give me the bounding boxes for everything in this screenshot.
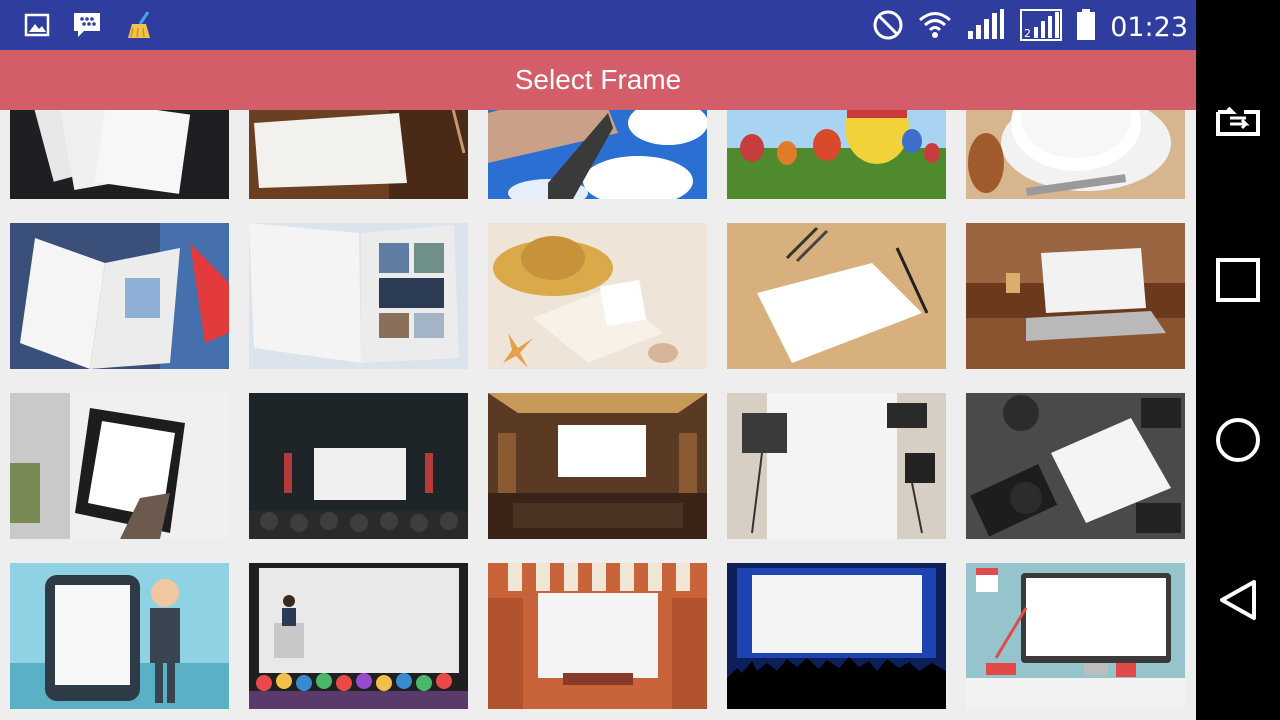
page-title: Select Frame bbox=[514, 64, 682, 95]
frame-thumbnail-camera-desk[interactable] bbox=[966, 393, 1185, 539]
frame-grid bbox=[10, 110, 1185, 709]
recent-apps-icon[interactable] bbox=[1208, 250, 1268, 310]
cleaner-broom-icon bbox=[124, 10, 154, 45]
frame-thumbnail-coffee[interactable] bbox=[966, 110, 1185, 199]
frame-thumbnail-open-book[interactable] bbox=[10, 223, 229, 369]
frame-thumbnail-beach-notebook[interactable] bbox=[488, 223, 707, 369]
wifi-icon bbox=[918, 10, 952, 45]
frame-thumbnail-photo-studio[interactable] bbox=[727, 393, 946, 539]
frame-thumbnail-laptop[interactable] bbox=[966, 223, 1185, 369]
signal-sim2-icon: 2 bbox=[1020, 9, 1063, 46]
home-icon[interactable] bbox=[1208, 410, 1268, 470]
do-not-disturb-icon bbox=[872, 9, 904, 46]
frame-thumbnail-presentation[interactable] bbox=[249, 563, 468, 709]
frame-thumbnail-torn-paper[interactable] bbox=[249, 110, 468, 199]
image-icon bbox=[24, 12, 50, 43]
battery-icon bbox=[1076, 9, 1096, 46]
app-bar: Select Frame bbox=[0, 50, 1196, 110]
blackberry-messenger-icon bbox=[72, 11, 102, 44]
clock-time: 01:23 bbox=[1110, 11, 1188, 43]
frame-grid-container[interactable] bbox=[0, 110, 1196, 720]
frame-thumbnail-cinema[interactable] bbox=[249, 393, 468, 539]
frame-thumbnail-concert[interactable] bbox=[727, 563, 946, 709]
frame-thumbnail-balloons[interactable] bbox=[727, 110, 946, 199]
status-bar: 2 01:23 bbox=[0, 0, 1196, 50]
frame-thumbnail-cartoon-tablet[interactable] bbox=[10, 563, 229, 709]
frame-thumbnail-sky-hand[interactable] bbox=[488, 110, 707, 199]
frame-thumbnail-desktop-monitor[interactable] bbox=[966, 563, 1185, 709]
frame-thumbnail-desk-paper[interactable] bbox=[727, 223, 946, 369]
back-icon[interactable] bbox=[1208, 570, 1268, 630]
signal-sim1-icon bbox=[966, 9, 1006, 46]
frame-thumbnail-magazine[interactable] bbox=[249, 223, 468, 369]
svg-text:2: 2 bbox=[1024, 27, 1031, 40]
rotate-screen-icon[interactable] bbox=[1208, 90, 1268, 150]
frame-thumbnail-theater-stage[interactable] bbox=[488, 563, 707, 709]
frame-thumbnail-papers[interactable] bbox=[10, 110, 229, 199]
navigation-bar bbox=[1196, 0, 1280, 720]
frame-thumbnail-tablet-hand[interactable] bbox=[10, 393, 229, 539]
frame-thumbnail-home-theater[interactable] bbox=[488, 393, 707, 539]
